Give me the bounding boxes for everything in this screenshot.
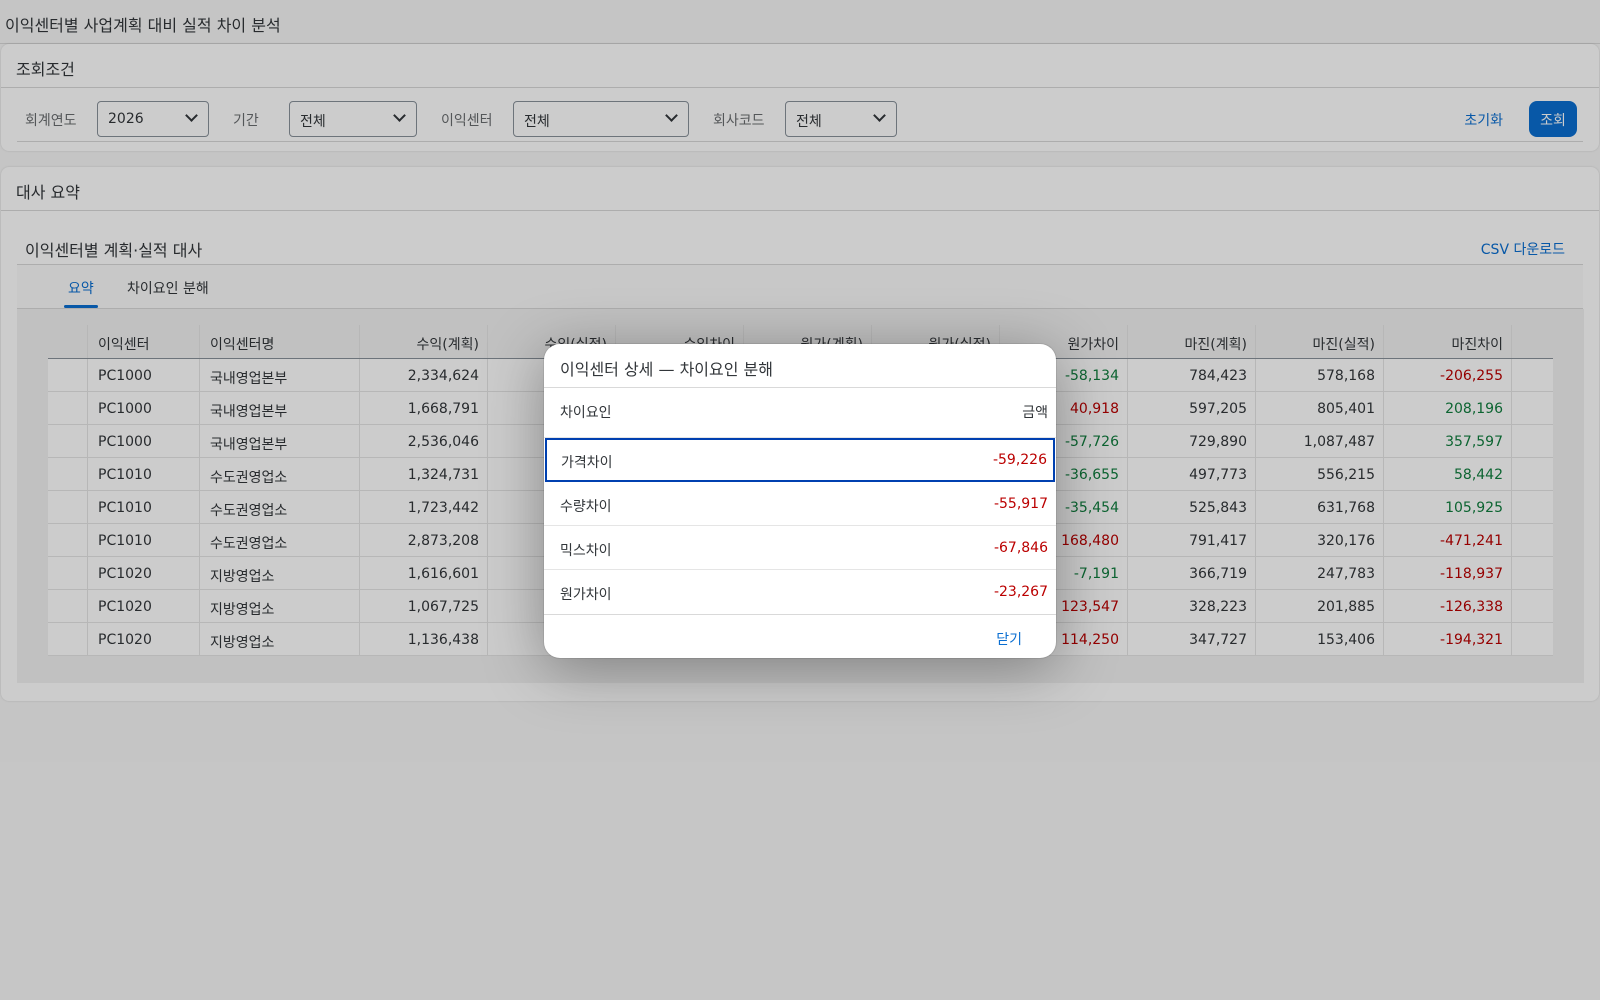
factor-label: 수량차이 bbox=[560, 499, 612, 515]
close-button[interactable]: 닫기 bbox=[996, 629, 1022, 649]
factor-label: 믹스차이 bbox=[560, 543, 612, 559]
factor-label: 원가차이 bbox=[560, 587, 612, 603]
amount-column-header: 금액 bbox=[1022, 405, 1048, 421]
factor-label: 가격차이 bbox=[561, 455, 613, 471]
dialog-list-item[interactable]: 수량차이 -55,917 bbox=[544, 482, 1056, 526]
factor-amount: -67,846 bbox=[993, 540, 1048, 556]
factor-column-header: 차이요인 bbox=[560, 405, 612, 421]
dialog-list-item[interactable]: 믹스차이 -67,846 bbox=[544, 526, 1056, 570]
factor-amount: -59,226 bbox=[992, 452, 1047, 468]
factor-breakdown-dialog: 이익센터 상세 — 차이요인 분해 차이요인 금액 가격차이 -59,226 수… bbox=[544, 344, 1056, 658]
factor-amount: -55,917 bbox=[993, 496, 1048, 512]
dialog-list-item[interactable]: 가격차이 -59,226 bbox=[545, 438, 1055, 482]
dialog-header-row: 차이요인 금액 bbox=[544, 388, 1056, 438]
dialog-list-item[interactable]: 원가차이 -23,267 bbox=[544, 570, 1056, 614]
dialog-footer: 닫기 bbox=[544, 614, 1056, 658]
dialog-title: 이익센터 상세 — 차이요인 분해 bbox=[544, 344, 1056, 388]
factor-amount: -23,267 bbox=[993, 584, 1048, 600]
